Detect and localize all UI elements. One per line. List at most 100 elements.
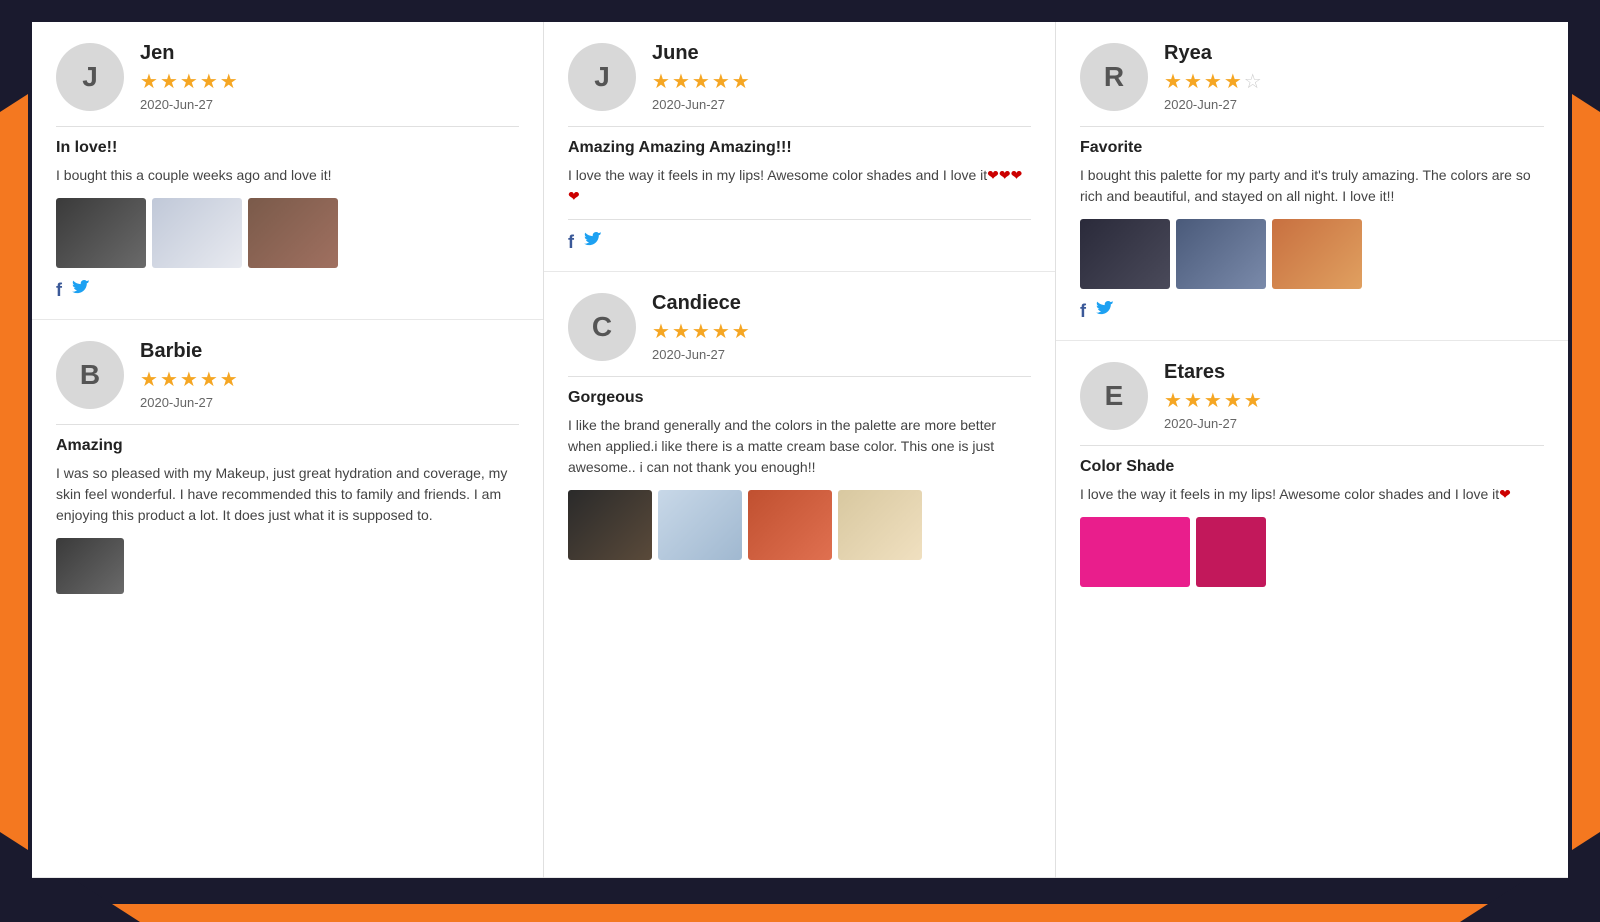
- avatar-candiece: C: [568, 293, 636, 361]
- avatar-barbie: B: [56, 341, 124, 409]
- review-image-candiece-2: [658, 490, 742, 560]
- reviewer-info-jen: Jen ★ ★ ★ ★ ★ 2020-Jun-27: [140, 42, 238, 112]
- star-3: ★: [692, 69, 710, 94]
- social-links-ryea: f: [1080, 301, 1544, 324]
- star-1: ★: [652, 69, 670, 94]
- reviewer-info-june: June ★ ★ ★ ★ ★ 2020-Jun-27: [652, 42, 750, 112]
- review-text-jen: I bought this a couple weeks ago and lov…: [56, 165, 519, 186]
- reviewer-name-candiece: Candiece: [652, 292, 750, 315]
- star-5: ★: [732, 69, 750, 94]
- review-text-june: I love the way it feels in my lips! Awes…: [568, 165, 1031, 207]
- star-4: ★: [712, 69, 730, 94]
- heart-etares: ❤: [1499, 486, 1511, 502]
- review-image-etares-2: [1196, 517, 1266, 587]
- review-title-ryea: Favorite: [1080, 139, 1544, 157]
- heart-2: ❤: [999, 167, 1011, 183]
- reviews-grid: J Jen ★ ★ ★ ★ ★ 2020-Jun-27 In love!! I …: [32, 22, 1568, 878]
- review-header-jen: J Jen ★ ★ ★ ★ ★ 2020-Jun-27: [56, 42, 519, 112]
- reviewer-name-ryea: Ryea: [1164, 42, 1262, 65]
- review-image-2: [152, 198, 242, 268]
- left-accent: [0, 22, 28, 922]
- star-1: ★: [652, 319, 670, 344]
- review-date-barbie: 2020-Jun-27: [140, 395, 238, 410]
- avatar-ryea: R: [1080, 43, 1148, 111]
- reviewer-info-barbie: Barbie ★ ★ ★ ★ ★ 2020-Jun-27: [140, 340, 238, 410]
- review-header-ryea: R Ryea ★ ★ ★ ★ ☆ 2020-Jun-27: [1080, 42, 1544, 112]
- star-3: ★: [1204, 69, 1222, 94]
- stars-barbie: ★ ★ ★ ★ ★: [140, 367, 238, 392]
- twitter-link-june[interactable]: [584, 232, 602, 255]
- reviewer-name-barbie: Barbie: [140, 340, 238, 363]
- reviewer-name-etares: Etares: [1164, 361, 1262, 384]
- separator-june-2: [568, 219, 1031, 220]
- review-title-etares: Color Shade: [1080, 458, 1544, 476]
- review-images-jen: [56, 198, 519, 268]
- review-title-jen: In love!!: [56, 139, 519, 157]
- review-image-3: [248, 198, 338, 268]
- star-5: ★: [1244, 388, 1262, 413]
- right-accent: [1572, 22, 1600, 922]
- social-links-june: f: [568, 232, 1031, 255]
- review-header-barbie: B Barbie ★ ★ ★ ★ ★ 2020-Jun-27: [56, 340, 519, 410]
- twitter-icon-ryea: [1096, 301, 1114, 319]
- star-1: ★: [1164, 69, 1182, 94]
- reviewer-info-etares: Etares ★ ★ ★ ★ ★ 2020-Jun-27: [1164, 361, 1262, 431]
- review-image-candiece-4: [838, 490, 922, 560]
- review-date-etares: 2020-Jun-27: [1164, 416, 1262, 431]
- facebook-link-ryea[interactable]: f: [1080, 301, 1086, 324]
- reviewer-info-ryea: Ryea ★ ★ ★ ★ ☆ 2020-Jun-27: [1164, 42, 1262, 112]
- reviewer-name-june: June: [652, 42, 750, 65]
- reviewer-name-jen: Jen: [140, 42, 238, 65]
- star-2: ★: [160, 367, 178, 392]
- star-5: ★: [220, 69, 238, 94]
- review-images-barbie: [56, 538, 519, 594]
- star-4: ★: [200, 367, 218, 392]
- review-barbie: B Barbie ★ ★ ★ ★ ★ 2020-Jun-27 Amazing I…: [32, 320, 543, 878]
- column-1: J Jen ★ ★ ★ ★ ★ 2020-Jun-27 In love!! I …: [32, 22, 544, 878]
- star-1: ★: [1164, 388, 1182, 413]
- review-jen: J Jen ★ ★ ★ ★ ★ 2020-Jun-27 In love!! I …: [32, 22, 543, 320]
- review-title-june: Amazing Amazing Amazing!!!: [568, 139, 1031, 157]
- facebook-link-jen[interactable]: f: [56, 280, 62, 303]
- reviewer-info-candiece: Candiece ★ ★ ★ ★ ★ 2020-Jun-27: [652, 292, 750, 362]
- stars-etares: ★ ★ ★ ★ ★: [1164, 388, 1262, 413]
- twitter-link-jen[interactable]: [72, 280, 90, 303]
- review-date-june: 2020-Jun-27: [652, 97, 750, 112]
- review-ryea: R Ryea ★ ★ ★ ★ ☆ 2020-Jun-27 Favorite I …: [1056, 22, 1568, 341]
- star-4: ★: [200, 69, 218, 94]
- review-image-candiece-3: [748, 490, 832, 560]
- review-image-ryea-2: [1176, 219, 1266, 289]
- star-4: ★: [1224, 69, 1242, 94]
- column-2: J June ★ ★ ★ ★ ★ 2020-Jun-27 Amazing Ama…: [544, 22, 1056, 878]
- star-2: ★: [1184, 69, 1202, 94]
- review-june: J June ★ ★ ★ ★ ★ 2020-Jun-27 Amazing Ama…: [544, 22, 1055, 272]
- heart-3: ❤: [1011, 167, 1023, 183]
- star-3: ★: [180, 69, 198, 94]
- review-date-candiece: 2020-Jun-27: [652, 347, 750, 362]
- star-3: ★: [1204, 388, 1222, 413]
- star-3: ★: [180, 367, 198, 392]
- review-text-candiece: I like the brand generally and the color…: [568, 415, 1031, 478]
- review-date-ryea: 2020-Jun-27: [1164, 97, 1262, 112]
- star-5: ☆: [1244, 69, 1262, 94]
- review-date-jen: 2020-Jun-27: [140, 97, 238, 112]
- review-header-etares: E Etares ★ ★ ★ ★ ★ 2020-Jun-27: [1080, 361, 1544, 431]
- heart-1: ❤: [987, 167, 999, 183]
- twitter-link-ryea[interactable]: [1096, 301, 1114, 324]
- star-1: ★: [140, 367, 158, 392]
- review-header-candiece: C Candiece ★ ★ ★ ★ ★ 2020-Jun-27: [568, 292, 1031, 362]
- review-text-ryea: I bought this palette for my party and i…: [1080, 165, 1544, 207]
- review-images-candiece: [568, 490, 1031, 560]
- facebook-link-june[interactable]: f: [568, 232, 574, 255]
- review-text-barbie: I was so pleased with my Makeup, just gr…: [56, 463, 519, 526]
- star-2: ★: [1184, 388, 1202, 413]
- stars-june: ★ ★ ★ ★ ★: [652, 69, 750, 94]
- star-2: ★: [672, 69, 690, 94]
- star-5: ★: [732, 319, 750, 344]
- star-2: ★: [160, 69, 178, 94]
- stars-candiece: ★ ★ ★ ★ ★: [652, 319, 750, 344]
- stars-ryea: ★ ★ ★ ★ ☆: [1164, 69, 1262, 94]
- review-image-1: [56, 198, 146, 268]
- star-3: ★: [692, 319, 710, 344]
- review-images-ryea: [1080, 219, 1544, 289]
